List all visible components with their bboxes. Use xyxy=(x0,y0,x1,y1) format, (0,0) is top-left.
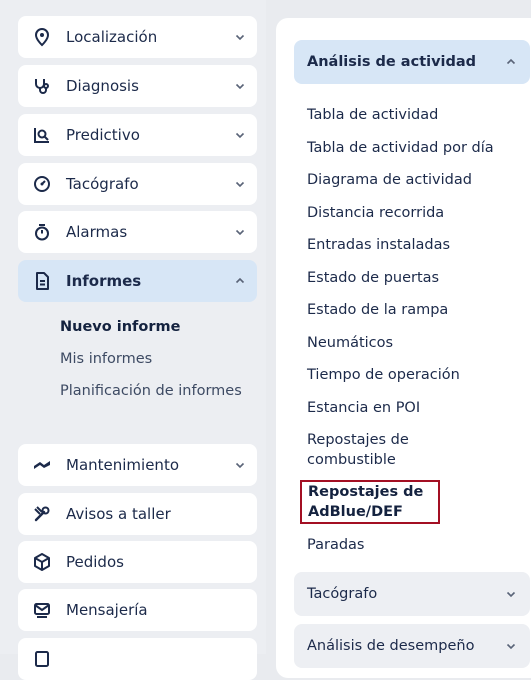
package-icon xyxy=(32,552,52,572)
sidebar-item-diagnosis[interactable]: Diagnosis xyxy=(18,65,257,107)
sidebar-item-localizacion[interactable]: Localización xyxy=(18,16,257,58)
report-item[interactable]: Paradas xyxy=(307,535,531,555)
report-item[interactable]: Distancia recorrida xyxy=(307,203,531,223)
sidebar-item-label: Tacógrafo xyxy=(66,175,139,193)
sidebar-item-label: Diagnosis xyxy=(66,77,139,95)
report-item[interactable]: Estado de la rampa xyxy=(307,300,531,320)
document-icon xyxy=(32,271,52,291)
chevron-up-icon[interactable] xyxy=(235,276,245,286)
sidebar-item-avisos-taller[interactable]: Avisos a taller xyxy=(18,493,257,535)
sidebar-item-mensajeria[interactable]: Mensajería xyxy=(18,589,257,631)
submenu-item-planificacion[interactable]: Planificación de informes xyxy=(60,382,250,401)
chevron-down-icon[interactable] xyxy=(235,81,245,91)
tools-icon xyxy=(32,504,52,524)
sidebar-item-label: Predictivo xyxy=(66,126,140,144)
section-header-analisis-desempeno[interactable]: Análisis de desempeño xyxy=(294,624,530,668)
messaging-icon xyxy=(32,600,52,620)
report-types-panel: Análisis de actividad Tabla de actividad… xyxy=(276,18,531,678)
submenu-item-mis-informes[interactable]: Mis informes xyxy=(60,350,250,369)
report-item[interactable]: Estado de puertas xyxy=(307,268,531,288)
sidebar-item-alarmas[interactable]: Alarmas xyxy=(18,211,257,253)
submenu-item-nuevo-informe[interactable]: Nuevo informe xyxy=(60,318,250,337)
predictive-chart-icon xyxy=(32,125,52,145)
report-item[interactable]: Tiempo de operación xyxy=(307,365,531,385)
informes-submenu: Nuevo informe Mis informes Planificación… xyxy=(60,318,250,401)
sidebar-item-label: Avisos a taller xyxy=(66,505,171,523)
sidebar-item-pedidos[interactable]: Pedidos xyxy=(18,541,257,583)
report-item[interactable]: Repostajes de combustible xyxy=(307,430,447,470)
report-item[interactable]: Estancia en POI xyxy=(307,398,531,418)
report-item[interactable]: Neumáticos xyxy=(307,333,531,353)
tachograph-icon xyxy=(32,174,52,194)
sidebar-item-tacografo[interactable]: Tacógrafo xyxy=(18,163,257,205)
report-item-highlighted[interactable]: Repostajes de AdBlue/DEF xyxy=(300,480,440,524)
location-pin-icon xyxy=(32,27,52,47)
sidebar-item-label: Informes xyxy=(66,272,142,290)
report-item[interactable]: Entradas instaladas xyxy=(307,235,531,255)
sidebar-item-informes[interactable]: Informes xyxy=(18,260,257,302)
sidebar-item-partial[interactable] xyxy=(18,638,257,680)
maintenance-icon xyxy=(32,455,52,475)
sidebar-item-label: Pedidos xyxy=(66,553,124,571)
report-item[interactable]: Diagrama de actividad xyxy=(307,170,531,190)
sidebar-item-label: Alarmas xyxy=(66,223,128,241)
sidebar: Localización Diagnosis Predictivo Tacógr… xyxy=(0,0,266,680)
section-title: Análisis de desempeño xyxy=(307,638,475,654)
chevron-up-icon xyxy=(506,57,516,67)
section-header-analisis-actividad[interactable]: Análisis de actividad xyxy=(294,40,530,84)
sidebar-item-label: Mensajería xyxy=(66,601,148,619)
stethoscope-icon xyxy=(32,76,52,96)
chevron-down-icon xyxy=(506,641,516,651)
sidebar-item-predictivo[interactable]: Predictivo xyxy=(18,114,257,156)
item-icon xyxy=(32,649,52,669)
sidebar-item-mantenimiento[interactable]: Mantenimiento xyxy=(18,444,257,486)
report-item[interactable]: Tabla de actividad por día xyxy=(307,138,531,158)
sidebar-item-label: Localización xyxy=(66,28,158,46)
section-title: Análisis de actividad xyxy=(307,54,477,70)
chevron-down-icon[interactable] xyxy=(235,32,245,42)
chevron-down-icon[interactable] xyxy=(235,460,245,470)
report-item[interactable]: Tabla de actividad xyxy=(307,105,531,125)
chevron-down-icon[interactable] xyxy=(235,227,245,237)
section-header-tacografo[interactable]: Tacógrafo xyxy=(294,572,530,616)
stopwatch-icon xyxy=(32,222,52,242)
sidebar-item-label: Mantenimiento xyxy=(66,456,179,474)
chevron-down-icon[interactable] xyxy=(235,130,245,140)
chevron-down-icon xyxy=(506,589,516,599)
chevron-down-icon[interactable] xyxy=(235,179,245,189)
section-title: Tacógrafo xyxy=(307,586,378,602)
